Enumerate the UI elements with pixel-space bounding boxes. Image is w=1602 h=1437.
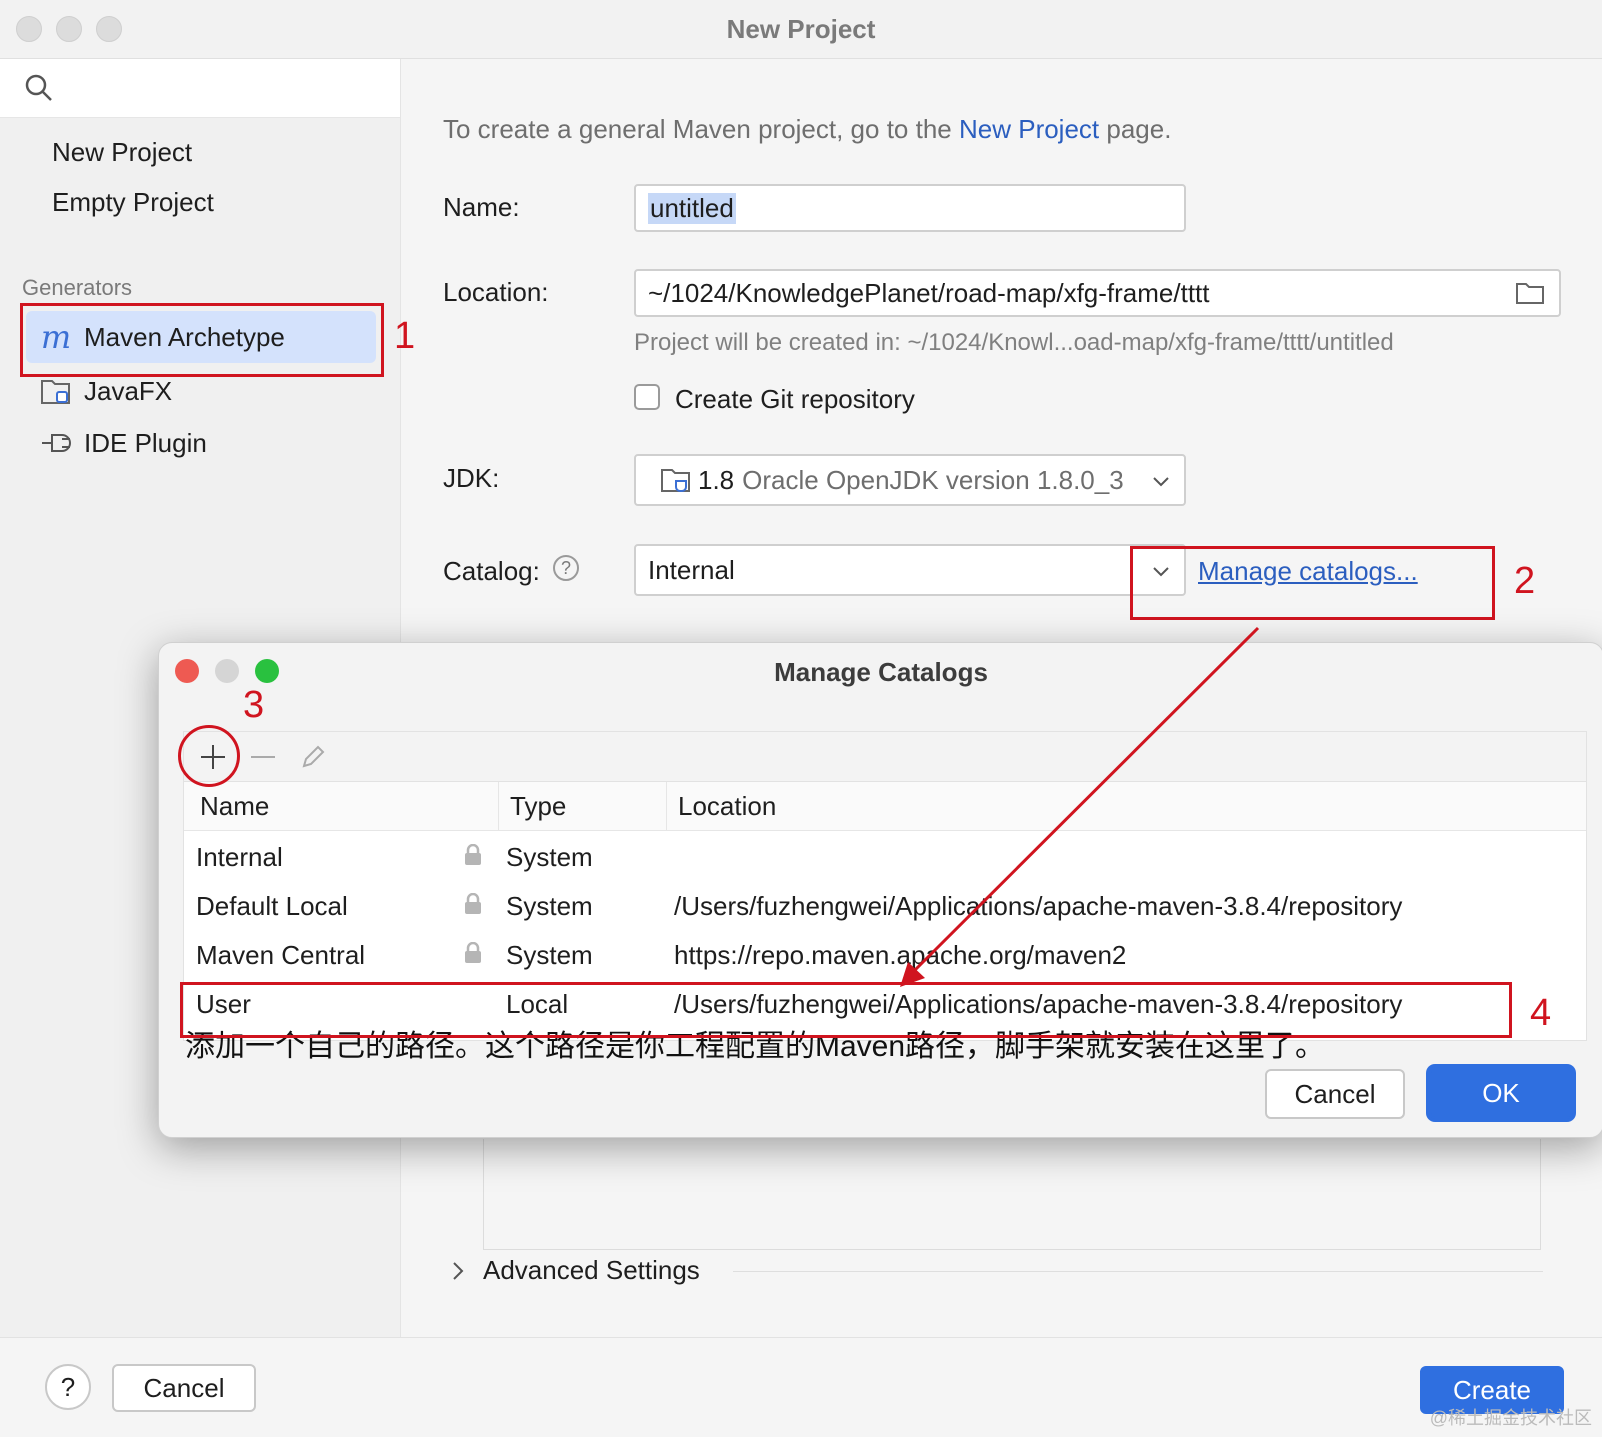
row-name: Maven Central xyxy=(196,940,366,970)
plugin-plug-icon xyxy=(40,427,72,459)
catalog-toolbar xyxy=(183,731,1587,782)
jdk-description: Oracle OpenJDK version 1.8.0_3 xyxy=(742,464,1124,495)
jdk-select[interactable]: 1.8 Oracle OpenJDK version 1.8.0_3 xyxy=(634,454,1186,506)
row-type: System xyxy=(506,891,593,921)
column-header-name[interactable]: Name xyxy=(200,782,269,830)
table-header xyxy=(184,782,1586,831)
row-location: https://repo.maven.apache.org/maven2 xyxy=(674,940,1127,970)
sidebar-item-new-project[interactable]: New Project xyxy=(52,137,192,168)
row-type: System xyxy=(506,940,593,970)
chevron-down-icon xyxy=(1153,477,1169,487)
sidebar-item-empty-project[interactable]: Empty Project xyxy=(52,187,214,218)
lock-icon xyxy=(465,844,481,865)
annotation-box-4 xyxy=(180,982,1512,1038)
search-icon xyxy=(25,74,52,101)
advanced-settings-toggle[interactable]: Advanced Settings xyxy=(483,1255,700,1286)
catalog-value: Internal xyxy=(648,554,735,585)
annotation-box-1 xyxy=(20,303,384,377)
lock-icon xyxy=(465,893,481,914)
location-input-value: ~/1024/KnowledgePlanet/road-map/xfg-fram… xyxy=(648,277,1210,308)
column-header-type[interactable]: Type xyxy=(510,782,566,830)
create-git-checkbox[interactable] xyxy=(634,384,660,410)
dialog-title: Manage Catalogs xyxy=(774,657,988,687)
jdk-folder-icon xyxy=(661,469,690,492)
intro-suffix: page. xyxy=(1099,114,1172,144)
location-hint: Project will be created in: ~/1024/Knowl… xyxy=(634,329,1394,356)
jdk-version: 1.8 xyxy=(698,464,735,495)
catalog-help-icon[interactable]: ? xyxy=(553,555,579,581)
jdk-label: JDK: xyxy=(443,463,500,493)
name-input[interactable]: untitled xyxy=(634,184,1186,232)
location-input[interactable]: ~/1024/KnowledgePlanet/road-map/xfg-fram… xyxy=(634,269,1561,317)
dialog-ok-button[interactable]: OK xyxy=(1429,1067,1573,1119)
location-label: Location: xyxy=(443,277,549,307)
edit-pencil-icon[interactable] xyxy=(298,742,328,772)
name-input-value: untitled xyxy=(648,192,736,224)
annotation-number-4: 4 xyxy=(1530,992,1552,1034)
annotation-number-2: 2 xyxy=(1514,560,1536,602)
create-git-label: Create Git repository xyxy=(675,384,915,414)
sidebar-item-label: JavaFX xyxy=(84,375,173,406)
lock-icon xyxy=(465,942,481,963)
intro-prefix: To create a general Maven project, go to… xyxy=(443,114,959,144)
column-header-location[interactable]: Location xyxy=(678,782,776,830)
row-location: /Users/fuzhengwei/Applications/apache-ma… xyxy=(674,891,1403,921)
sidebar-item-ide-plugin[interactable]: IDE Plugin xyxy=(40,423,207,463)
column-divider xyxy=(666,782,667,830)
intro-text: To create a general Maven project, go to… xyxy=(443,114,1171,145)
help-button[interactable]: ? xyxy=(45,1364,91,1410)
column-divider xyxy=(498,782,499,830)
row-name: Default Local xyxy=(196,891,348,921)
annotation-number-3: 3 xyxy=(243,684,265,726)
watermark: @稀土掘金技术社区 xyxy=(1429,1408,1592,1428)
cancel-button[interactable]: Cancel xyxy=(112,1364,256,1412)
annotation-circle-3 xyxy=(178,725,240,787)
new-project-link[interactable]: New Project xyxy=(959,114,1099,144)
archetype-list-frame xyxy=(483,1139,1541,1250)
row-name: Internal xyxy=(196,842,283,872)
dialog-cancel-button[interactable]: Cancel xyxy=(1265,1069,1405,1119)
annotation-number-1: 1 xyxy=(394,315,416,357)
sidebar-item-javafx[interactable]: JavaFX xyxy=(40,371,172,411)
footer-bar: ? Cancel Create xyxy=(0,1337,1602,1437)
title-bar: New Project xyxy=(0,0,1602,59)
javafx-folder-icon xyxy=(40,375,72,407)
manage-catalogs-dialog: Manage Catalogs Name Type Location Inter… xyxy=(158,642,1602,1138)
remove-icon[interactable] xyxy=(248,742,278,772)
name-label: Name: xyxy=(443,192,520,222)
sidebar-search[interactable] xyxy=(0,59,400,118)
catalog-select[interactable]: Internal xyxy=(634,544,1186,596)
catalog-label: Catalog: xyxy=(443,556,540,586)
window-title: New Project xyxy=(726,14,876,44)
sidebar-item-label: IDE Plugin xyxy=(84,427,207,458)
generators-heading: Generators xyxy=(22,275,133,300)
row-type: System xyxy=(506,842,593,872)
chevron-right-icon[interactable] xyxy=(451,1261,465,1281)
folder-icon[interactable] xyxy=(1515,281,1545,305)
annotation-box-2 xyxy=(1130,546,1495,620)
advanced-divider xyxy=(733,1271,1543,1272)
